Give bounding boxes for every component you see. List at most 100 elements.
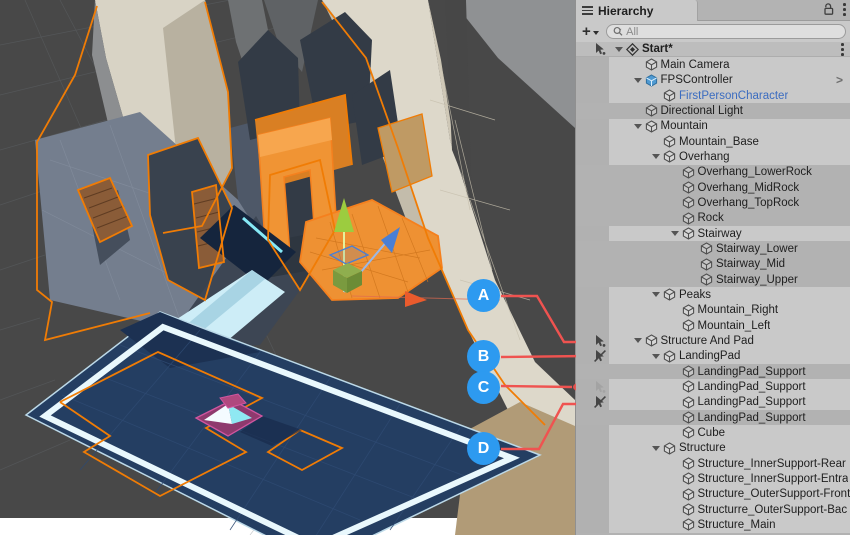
expand-arrow-icon[interactable] bbox=[634, 78, 642, 83]
add-object-button[interactable]: + bbox=[580, 24, 601, 39]
hierarchy-row-structure-innersupport-rear[interactable]: Structure_InnerSupport-Rear bbox=[576, 456, 850, 471]
object-label: Structure_OuterSupport-Front bbox=[698, 488, 850, 500]
object-label: Stairway_Upper bbox=[716, 274, 798, 286]
cube-icon bbox=[682, 488, 695, 501]
object-label: Cube bbox=[698, 427, 726, 439]
cube-icon bbox=[682, 319, 695, 332]
object-label: LandingPad_Support bbox=[698, 381, 806, 393]
object-label: LandingPad_Support bbox=[698, 366, 806, 378]
cube-icon bbox=[682, 365, 695, 378]
expand-arrow-icon[interactable] bbox=[634, 124, 642, 129]
object-label: Stairway_Lower bbox=[716, 243, 798, 255]
expand-arrow-icon[interactable] bbox=[652, 292, 660, 297]
hierarchy-row-structure-outersupport-front[interactable]: Structure_OuterSupport-Front bbox=[576, 487, 850, 502]
expand-arrow-icon[interactable] bbox=[652, 354, 660, 359]
tab-hierarchy[interactable]: Hierarchy bbox=[576, 0, 698, 21]
hierarchy-row-structure[interactable]: Structure bbox=[576, 441, 850, 456]
hierarchy-row-firstpersoncharacter[interactable]: FirstPersonCharacter bbox=[576, 88, 850, 103]
cube-icon bbox=[700, 273, 713, 286]
hierarchy-row-stairway-upper[interactable]: Stairway_Upper bbox=[576, 272, 850, 287]
pick-faded-icon[interactable] bbox=[593, 380, 607, 394]
expand-arrow-icon[interactable] bbox=[634, 338, 642, 343]
hierarchy-row-landingpad[interactable]: LandingPad bbox=[576, 349, 850, 364]
hierarchy-row-directional-light[interactable]: Directional Light bbox=[576, 103, 850, 118]
search-input[interactable] bbox=[626, 26, 839, 38]
hierarchy-row-stairway-lower[interactable]: Stairway_Lower bbox=[576, 241, 850, 256]
hierarchy-row-main-camera[interactable]: Main Camera bbox=[576, 57, 850, 72]
cube-icon bbox=[682, 396, 695, 409]
hierarchy-row-structure-main[interactable]: Structure_Main bbox=[576, 517, 850, 532]
hierarchy-row-stairway[interactable]: Stairway bbox=[576, 226, 850, 241]
hierarchy-row-structure-and-pad[interactable]: Structure And Pad bbox=[576, 333, 850, 348]
cube-icon bbox=[682, 457, 695, 470]
hierarchy-row-mountain[interactable]: Mountain bbox=[576, 119, 850, 134]
hierarchy-row-overhang-lowerrock[interactable]: Overhang_LowerRock bbox=[576, 165, 850, 180]
cube-icon bbox=[682, 227, 695, 240]
hierarchy-row-structure-innersupport-entra[interactable]: Structure_InnerSupport-Entra bbox=[576, 471, 850, 486]
object-label: Structure And Pad bbox=[661, 335, 754, 347]
hierarchy-row-overhang-toprock[interactable]: Overhang_TopRock bbox=[576, 195, 850, 210]
hierarchy-panel: Hierarchy + bbox=[575, 0, 850, 535]
cube-icon bbox=[663, 150, 676, 163]
cube-icon bbox=[663, 288, 676, 301]
pick-disabled-icon[interactable] bbox=[593, 349, 607, 363]
cube-icon bbox=[682, 503, 695, 516]
scene-render bbox=[0, 0, 575, 535]
hierarchy-row-overhang-midrock[interactable]: Overhang_MidRock bbox=[576, 180, 850, 195]
hierarchy-row-structurre-outersupport-bac[interactable]: Structurre_OuterSupport-Bac bbox=[576, 502, 850, 517]
object-label: Structure_InnerSupport-Entra bbox=[698, 473, 849, 485]
cube-icon bbox=[682, 472, 695, 485]
search-icon bbox=[613, 26, 623, 37]
hierarchy-row-landingpad-support[interactable]: LandingPad_Support bbox=[576, 410, 850, 425]
object-label: Start* bbox=[642, 43, 673, 55]
cube-icon bbox=[645, 120, 658, 133]
cube-icon bbox=[682, 304, 695, 317]
tab-bar: Hierarchy bbox=[576, 0, 850, 21]
hierarchy-row-stairway-mid[interactable]: Stairway_Mid bbox=[576, 257, 850, 272]
prefab-cube-icon bbox=[645, 74, 658, 87]
hierarchy-row-overhang[interactable]: Overhang bbox=[576, 149, 850, 164]
hierarchy-row-start[interactable]: Start* bbox=[576, 42, 850, 57]
object-label: Overhang_TopRock bbox=[698, 197, 800, 209]
prefab-chevron-icon[interactable]: > bbox=[836, 73, 843, 87]
cube-icon bbox=[682, 181, 695, 194]
expand-arrow-icon[interactable] bbox=[652, 154, 660, 159]
hamburger-icon bbox=[582, 6, 593, 15]
hierarchy-row-landingpad-support[interactable]: LandingPad_Support bbox=[576, 395, 850, 410]
cube-icon bbox=[682, 426, 695, 439]
pick-toggle-icon[interactable] bbox=[593, 334, 607, 348]
kebab-menu-icon[interactable] bbox=[843, 3, 846, 16]
hierarchy-row-mountain-base[interactable]: Mountain_Base bbox=[576, 134, 850, 149]
cube-icon bbox=[682, 518, 695, 531]
hierarchy-row-landingpad-support[interactable]: LandingPad_Support bbox=[576, 364, 850, 379]
pick-toggle-icon[interactable] bbox=[593, 42, 607, 56]
hierarchy-row-peaks[interactable]: Peaks bbox=[576, 287, 850, 302]
object-label: Structurre_OuterSupport-Bac bbox=[698, 504, 848, 516]
scene-view[interactable] bbox=[0, 0, 575, 535]
object-label: Peaks bbox=[679, 289, 711, 301]
object-label: FirstPersonCharacter bbox=[679, 90, 788, 102]
hierarchy-row-mountain-left[interactable]: Mountain_Left bbox=[576, 318, 850, 333]
cube-icon bbox=[645, 58, 658, 71]
expand-arrow-icon[interactable] bbox=[652, 446, 660, 451]
object-label: LandingPad_Support bbox=[698, 396, 806, 408]
hierarchy-row-mountain-right[interactable]: Mountain_Right bbox=[576, 303, 850, 318]
scene-kebab-menu-icon[interactable] bbox=[841, 43, 844, 56]
object-label: LandingPad bbox=[679, 350, 740, 362]
dropdown-caret-icon bbox=[593, 31, 599, 35]
hierarchy-row-cube[interactable]: Cube bbox=[576, 425, 850, 440]
cube-icon bbox=[700, 242, 713, 255]
expand-arrow-icon[interactable] bbox=[671, 231, 679, 236]
pick-disabled-icon[interactable] bbox=[593, 395, 607, 409]
cube-icon bbox=[682, 166, 695, 179]
hierarchy-row-landingpad-support[interactable]: LandingPad_Support bbox=[576, 379, 850, 394]
lock-icon[interactable] bbox=[823, 3, 834, 16]
unity-editor-window: Hierarchy + bbox=[0, 0, 850, 535]
expand-arrow-icon[interactable] bbox=[615, 47, 623, 52]
object-label: Overhang bbox=[679, 151, 730, 163]
search-field[interactable] bbox=[606, 24, 846, 39]
hierarchy-row-fpscontroller[interactable]: FPSController> bbox=[576, 73, 850, 88]
hierarchy-row-rock[interactable]: Rock bbox=[576, 211, 850, 226]
object-label: Mountain bbox=[661, 120, 708, 132]
hierarchy-toolbar: + bbox=[576, 21, 850, 42]
